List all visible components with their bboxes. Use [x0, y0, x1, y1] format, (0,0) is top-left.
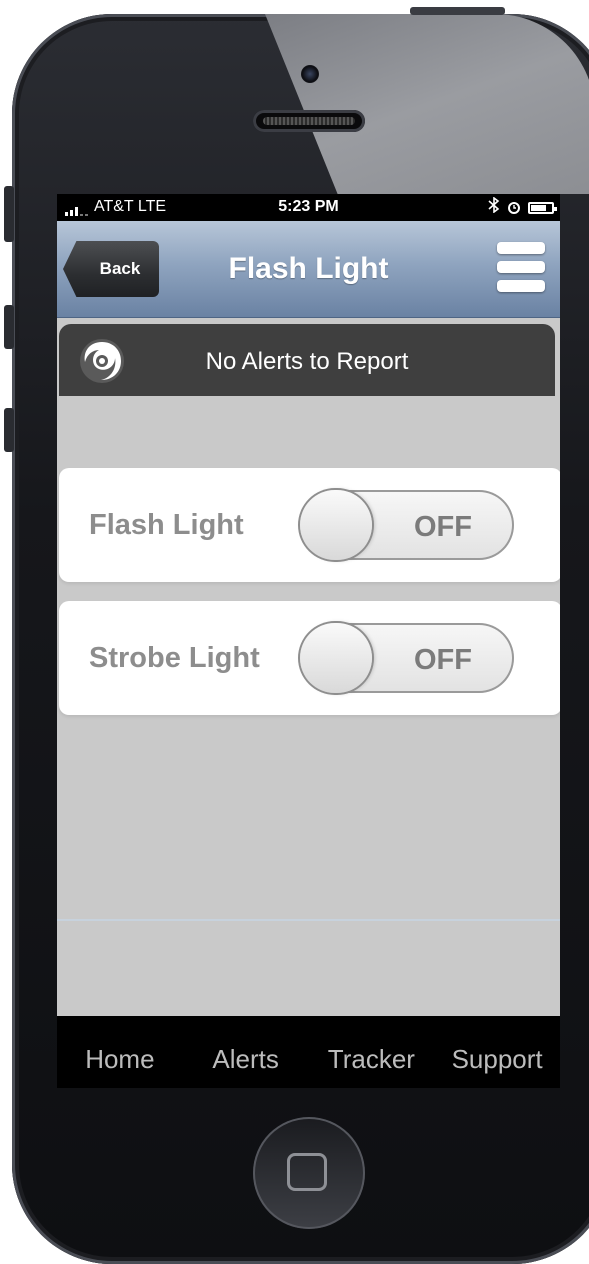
- flash-light-toggle[interactable]: OFF: [300, 490, 514, 560]
- volume-down-button: [4, 408, 14, 452]
- tab-alerts[interactable]: Alerts: [183, 1016, 309, 1088]
- flash-light-label: Flash Light: [89, 509, 244, 541]
- strobe-light-toggle[interactable]: OFF: [300, 623, 514, 693]
- back-button[interactable]: Back: [63, 241, 159, 297]
- tab-tracker[interactable]: Tracker: [309, 1016, 435, 1088]
- hamburger-menu-icon[interactable]: [497, 242, 545, 292]
- alert-banner: No Alerts to Report: [59, 324, 555, 396]
- app-screen: AT&T LTE 5:23 PM Flash Light Back No Ale…: [57, 194, 560, 1088]
- status-icons: [488, 196, 557, 218]
- tab-support[interactable]: Support: [434, 1016, 560, 1088]
- home-button[interactable]: [253, 1117, 365, 1229]
- earpiece-speaker: [253, 110, 365, 132]
- strobe-light-label: Strobe Light: [89, 642, 260, 674]
- volume-up-button: [4, 305, 14, 349]
- tab-bar: Home Alerts Tracker Support: [57, 1016, 560, 1088]
- mute-switch: [4, 186, 14, 242]
- status-time: 5:23 PM: [278, 198, 339, 215]
- alert-message: No Alerts to Report: [205, 348, 409, 375]
- alarm-clock-icon: [508, 201, 520, 214]
- power-button: [410, 7, 505, 15]
- status-bar: AT&T LTE 5:23 PM: [57, 194, 560, 221]
- home-button-square-icon: [287, 1153, 327, 1191]
- toggle-knob: [300, 490, 372, 560]
- toggle-knob: [300, 623, 372, 693]
- battery-icon: [528, 201, 557, 214]
- navigation-bar: Flash Light Back: [57, 221, 560, 318]
- strobe-light-row: Strobe Light OFF: [59, 601, 560, 715]
- flash-light-row: Flash Light OFF: [59, 468, 560, 582]
- bluetooth-icon: [488, 196, 500, 218]
- content-divider: [57, 919, 560, 921]
- storm-swirl-icon: [77, 336, 127, 386]
- flash-light-toggle-state: OFF: [414, 511, 472, 543]
- front-camera-icon: [301, 65, 319, 83]
- tab-home[interactable]: Home: [57, 1016, 183, 1088]
- strobe-light-toggle-state: OFF: [414, 644, 472, 676]
- back-button-label: Back: [99, 259, 141, 278]
